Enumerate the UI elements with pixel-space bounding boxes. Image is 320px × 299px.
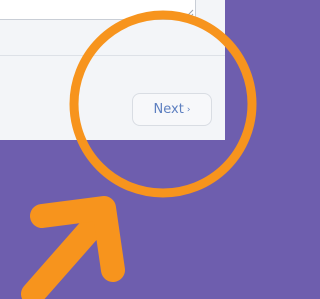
next-button[interactable]: Next › <box>132 93 212 126</box>
form-card: Next › <box>0 0 225 140</box>
divider <box>0 55 225 56</box>
comment-textarea[interactable] <box>0 0 196 20</box>
chevron-right-icon: › <box>186 104 191 115</box>
resize-handle-icon[interactable] <box>185 9 194 18</box>
arrow-pointer-icon <box>21 196 125 299</box>
next-button-label: Next <box>153 102 184 117</box>
